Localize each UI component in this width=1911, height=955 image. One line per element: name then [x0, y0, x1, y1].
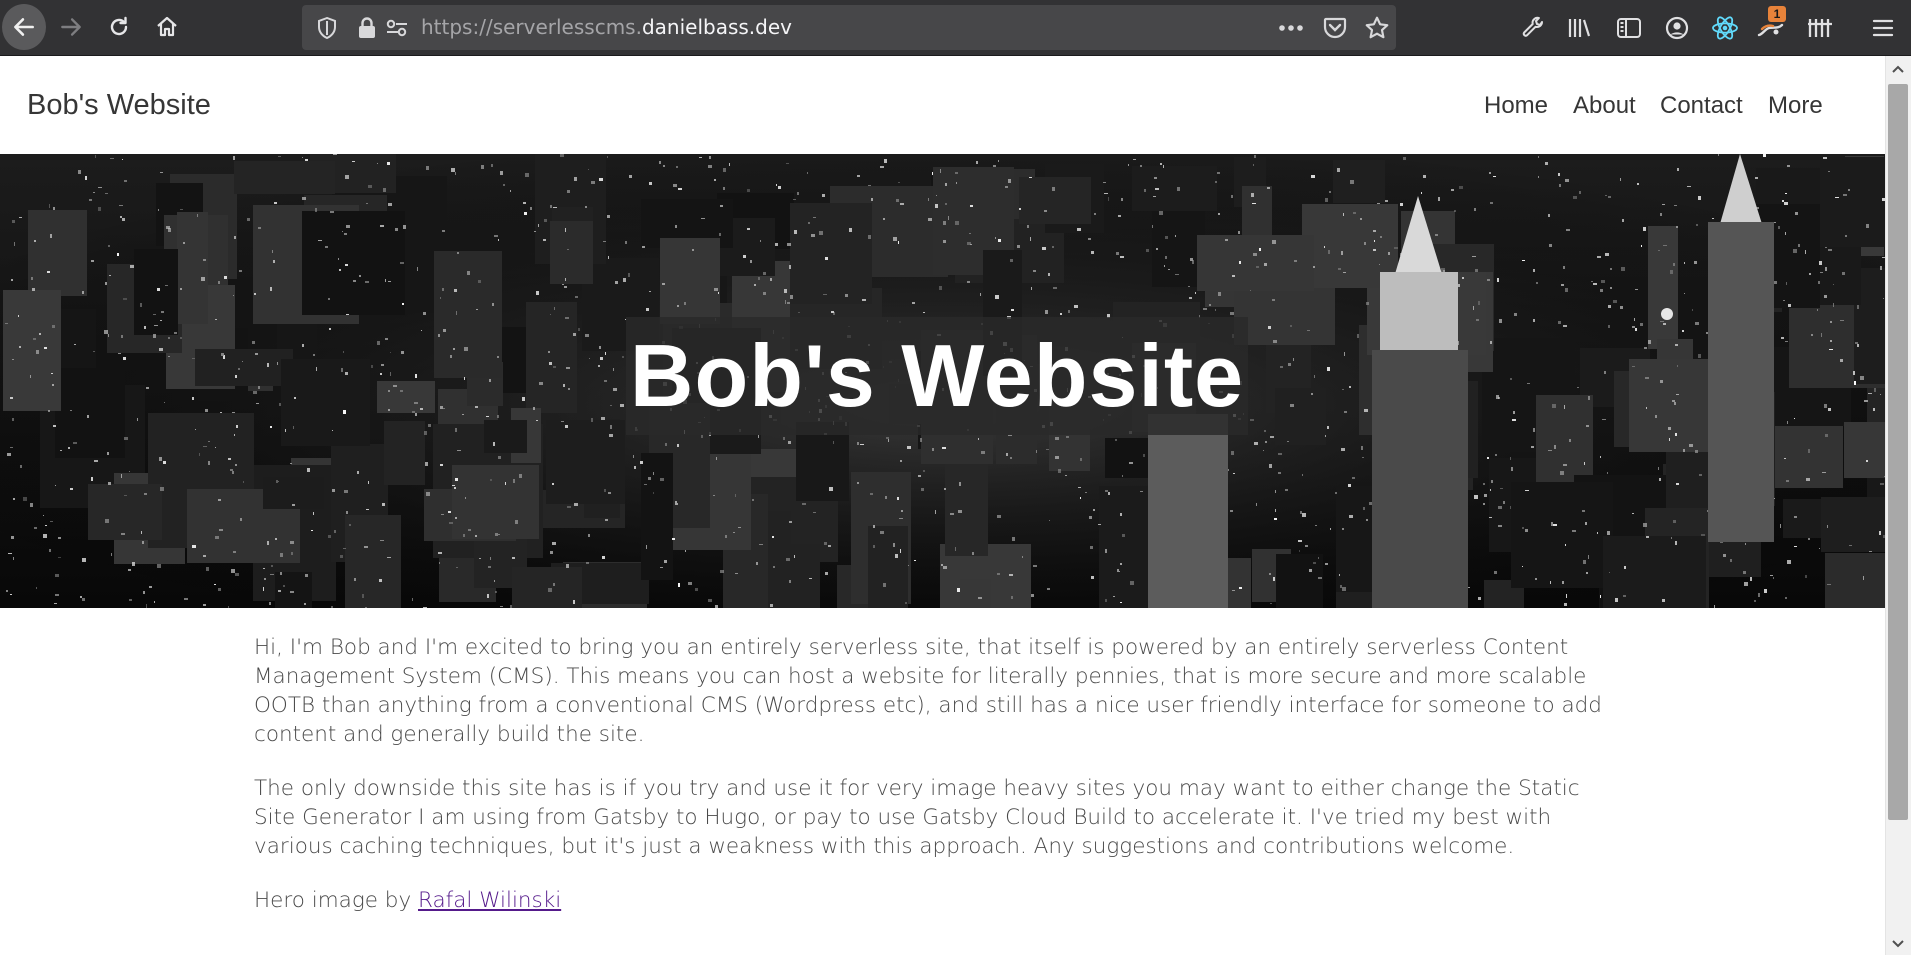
- sidebar-icon: [1617, 18, 1641, 38]
- menu-icon: [1872, 19, 1894, 37]
- intro-paragraph: Hi, I'm Bob and I'm excited to bring you…: [254, 635, 1602, 747]
- reload-button[interactable]: [98, 4, 140, 50]
- main-content: Hi, I'm Bob and I'm excited to bring you…: [254, 633, 1614, 940]
- react-devtools-icon: [1712, 16, 1738, 40]
- home-icon: [157, 16, 177, 37]
- nav-contact[interactable]: Contact: [1660, 57, 1743, 154]
- bookmark-star-icon[interactable]: [1360, 5, 1394, 50]
- forward-icon: [61, 18, 81, 36]
- pocket-icon[interactable]: [1318, 5, 1352, 50]
- scrollbar-thumb[interactable]: [1888, 84, 1908, 820]
- wrench-icon: [1522, 16, 1544, 37]
- hero-title: Bob's Website: [629, 326, 1245, 425]
- account-button[interactable]: [1657, 6, 1697, 50]
- hero-credit: Hero image by Rafal Wilinski: [254, 886, 1614, 915]
- tiles-icon: [1808, 19, 1832, 37]
- react-devtools-button[interactable]: [1705, 6, 1745, 50]
- home-button[interactable]: [146, 4, 188, 50]
- more-actions-icon[interactable]: [1274, 5, 1308, 50]
- menu-button[interactable]: [1863, 6, 1903, 50]
- brand-link[interactable]: Bob's Website: [27, 57, 211, 154]
- extension-badge: 1: [1768, 6, 1786, 22]
- account-icon: [1665, 16, 1689, 40]
- lock-icon[interactable]: [356, 5, 378, 50]
- scroll-down-icon[interactable]: [1885, 933, 1911, 955]
- scroll-up-icon[interactable]: [1885, 58, 1911, 80]
- library-button[interactable]: [1560, 6, 1600, 50]
- wrench-button[interactable]: [1513, 6, 1553, 50]
- credit-link[interactable]: Rafal Wilinski: [418, 888, 561, 913]
- site-header: Bob's Website Home About Contact More: [0, 57, 1885, 154]
- nav-home[interactable]: Home: [1484, 57, 1548, 154]
- nav-more[interactable]: More: [1768, 57, 1823, 154]
- url-text[interactable]: https://serverlesscms.danielbass.dev: [421, 5, 792, 50]
- nav-about[interactable]: About: [1573, 57, 1636, 154]
- shield-icon[interactable]: [314, 5, 340, 50]
- url-bar[interactable]: https://serverlesscms.danielbass.dev: [302, 5, 1396, 50]
- permissions-icon[interactable]: [384, 5, 410, 50]
- library-icon: [1568, 19, 1591, 37]
- reload-icon: [110, 16, 128, 36]
- url-domain: danielbass.dev: [641, 15, 792, 39]
- credit-prefix: Hero image by: [254, 888, 419, 913]
- sidebar-button[interactable]: [1609, 6, 1649, 50]
- downside-paragraph: The only downside this site has is if yo…: [254, 776, 1580, 859]
- url-prefix: https://serverlesscms.: [421, 15, 642, 39]
- back-button[interactable]: [2, 4, 46, 50]
- forward-button[interactable]: [50, 4, 92, 50]
- back-icon: [14, 18, 34, 36]
- browser-toolbar: https://serverlesscms.danielbass.dev 1: [0, 0, 1911, 56]
- tiles-button[interactable]: [1800, 6, 1840, 50]
- hero-banner: Bob's Website: [0, 154, 1885, 608]
